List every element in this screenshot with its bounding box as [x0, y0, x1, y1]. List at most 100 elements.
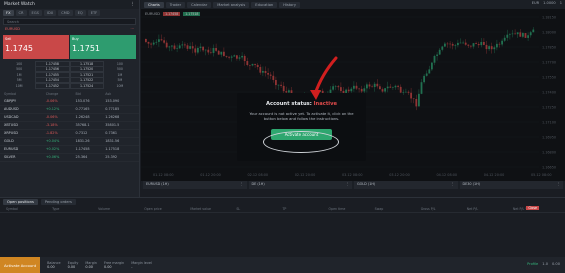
symbol-list: GBPJPY -0.06% 153.076 153.090 AUDUSD +0.12% 0.…: [0, 98, 139, 162]
account-info-item[interactable]: 1: [560, 1, 562, 5]
symbol-ask: 1.26268: [105, 115, 120, 119]
tab-pending-orders[interactable]: Pending orders: [40, 199, 76, 205]
metric-value: 0.00: [67, 265, 76, 269]
ladder-buy-volume: 500: [116, 67, 123, 72]
chart-tab-label: DE30 (1H): [462, 182, 481, 186]
symbol-row[interactable]: XRPUSD -1.82% 0.7312 0.7361: [0, 130, 139, 138]
symbol-change: +0.06%: [45, 155, 60, 159]
top-navigation: Charts Trader Calendar Market analysis Educa…: [141, 0, 565, 9]
chart-tab-menu-icon[interactable]: ⋮: [346, 182, 349, 188]
symbol-name: GBPJPY: [4, 99, 17, 103]
positions-column-header[interactable]: Market value: [190, 207, 236, 211]
positions-tabs: Open positions Pending orders: [0, 198, 565, 206]
metric-value: 0.00: [47, 265, 55, 269]
tab-history[interactable]: History: [279, 1, 300, 8]
ladder-row: 10M 1.17452 1.17524 10M: [3, 82, 136, 89]
status-item[interactable]: Profile: [527, 262, 538, 266]
chart-tab-menu-icon[interactable]: ⋮: [240, 182, 243, 188]
tab-open-positions[interactable]: Open positions: [3, 199, 38, 205]
positions-column-header[interactable]: Swap: [375, 207, 421, 211]
symbol-bid: 1.17458: [75, 147, 90, 151]
account-status-value: Inactive: [313, 101, 337, 107]
column-header-change[interactable]: Change: [46, 92, 76, 97]
account-info-item[interactable]: EUR: [532, 1, 539, 5]
tab-market-analysis[interactable]: Market analysis: [213, 1, 250, 8]
symbol-name: EURUSD: [4, 147, 19, 151]
positions-column-header[interactable]: Net P/L: [467, 207, 513, 211]
filter-tab-cr[interactable]: CR: [15, 10, 27, 16]
chart-tab[interactable]: DE30 (1H) ⋮: [459, 181, 563, 189]
filter-tab-egs[interactable]: EGS: [28, 10, 42, 16]
symbol-row[interactable]: USDCAD -0.06% 1.26248 1.26268: [0, 114, 139, 122]
ladder-buy-price[interactable]: 1.17524: [69, 82, 104, 89]
selected-symbol: EURUSD: [5, 27, 21, 31]
chart-tab[interactable]: GOLD (1H) ⋮: [354, 181, 458, 189]
metric-value: 0.00: [103, 265, 112, 269]
symbol-row[interactable]: GOLD +0.04% 1831.26 1831.56: [0, 138, 139, 146]
account-info-item[interactable]: 1.0000: [543, 1, 556, 5]
more-icon[interactable]: ⋯: [130, 27, 134, 32]
metric-free-margin: Free margin 0.00: [104, 261, 124, 270]
column-header-ask[interactable]: Ask: [105, 92, 135, 97]
positions-column-header[interactable]: Symbol: [6, 207, 52, 211]
column-header-bid[interactable]: Bid: [75, 92, 105, 97]
close-all-button[interactable]: Close: [526, 206, 539, 210]
ladder-buy-volume: 5M: [117, 78, 123, 83]
symbol-change: -1.82%: [45, 131, 58, 135]
symbol-name: SILVER: [4, 155, 16, 159]
filter-tab-idx[interactable]: IDX: [43, 10, 57, 16]
chart-tab[interactable]: DE (1H) ⋮: [248, 181, 352, 189]
filter-tab-eq[interactable]: EQ: [74, 10, 86, 16]
ladder-buy-volume: 1M: [117, 72, 123, 77]
sell-button[interactable]: Sell 1.1745: [3, 35, 69, 59]
symbol-ask: 0.77185: [105, 107, 120, 111]
positions-column-header[interactable]: Gross P/L: [421, 207, 467, 211]
positions-column-header[interactable]: Open time: [329, 207, 375, 211]
filter-tab-cmd[interactable]: CMD: [58, 10, 73, 16]
symbol-ask: 153.090: [105, 99, 120, 103]
symbol-row[interactable]: AUDUSD +0.12% 0.77165 0.77185: [0, 106, 139, 114]
tab-trader[interactable]: Trader: [165, 1, 186, 8]
status-item[interactable]: 0.00: [552, 262, 560, 266]
symbol-change: -0.06%: [45, 99, 58, 103]
chart-tab-menu-icon[interactable]: ⋮: [557, 182, 560, 188]
sell-label: Sell: [5, 37, 12, 41]
buy-button[interactable]: Buy 1.1751: [70, 35, 136, 59]
positions-column-header[interactable]: Volume: [98, 207, 144, 211]
chart-tab-label: DE (1H): [251, 182, 265, 186]
chart-tab[interactable]: EURUSD (1H) ⋮: [143, 181, 247, 189]
symbol-bid: 25.364: [75, 155, 88, 159]
column-header-symbol[interactable]: Symbol: [4, 92, 46, 97]
tab-education[interactable]: Education: [251, 1, 278, 8]
positions-column-header[interactable]: Open price: [144, 207, 190, 211]
symbol-ask: 1.17518: [105, 147, 120, 151]
ladder-sell-price[interactable]: 1.17452: [35, 82, 70, 89]
dialog-title-label: Account status:: [266, 101, 312, 107]
metric-value: 0.00: [85, 265, 93, 269]
ladder-sell-volume: 1M: [16, 72, 22, 77]
search-input[interactable]: Search: [3, 18, 136, 25]
positions-table-header: Symbol Type Volume Open price Market value SL…: [0, 206, 565, 213]
market-watch-panel: Market Watch ⋮ FX CR EGS IDX CMD EQ ETF Search…: [0, 0, 140, 197]
dialog-message: Your account is not active yet. To activ…: [249, 112, 354, 121]
filter-tab-etf[interactable]: ETF: [87, 10, 101, 16]
chart-tab-menu-icon[interactable]: ⋮: [451, 182, 454, 188]
panel-menu-icon[interactable]: ⋮: [131, 2, 136, 7]
symbol-row[interactable]: XBTUSD -3.18% 35768.1 35801.5: [0, 122, 139, 130]
symbol-row[interactable]: SILVER +0.06% 25.364 25.392: [0, 154, 139, 162]
symbol-change: +0.12%: [45, 107, 60, 111]
activate-account-status-button[interactable]: Activate Account: [0, 257, 41, 273]
tab-calendar[interactable]: Calendar: [187, 1, 212, 8]
positions-column-header[interactable]: Type: [52, 207, 98, 211]
metric-label: Free margin: [103, 260, 125, 265]
symbol-change: -0.06%: [45, 115, 58, 119]
filter-tabs: FX CR EGS IDX CMD EQ ETF: [0, 9, 139, 17]
symbol-name: GOLD: [4, 139, 14, 143]
positions-column-header[interactable]: SL: [236, 207, 282, 211]
tab-charts[interactable]: Charts: [144, 1, 164, 8]
filter-tab-fx[interactable]: FX: [3, 10, 14, 16]
status-item[interactable]: 1.0: [542, 262, 548, 266]
symbol-row[interactable]: EURUSD +0.02% 1.17458 1.17518: [0, 146, 139, 154]
positions-column-header[interactable]: TP: [282, 207, 328, 211]
symbol-row[interactable]: GBPJPY -0.06% 153.076 153.090: [0, 98, 139, 106]
